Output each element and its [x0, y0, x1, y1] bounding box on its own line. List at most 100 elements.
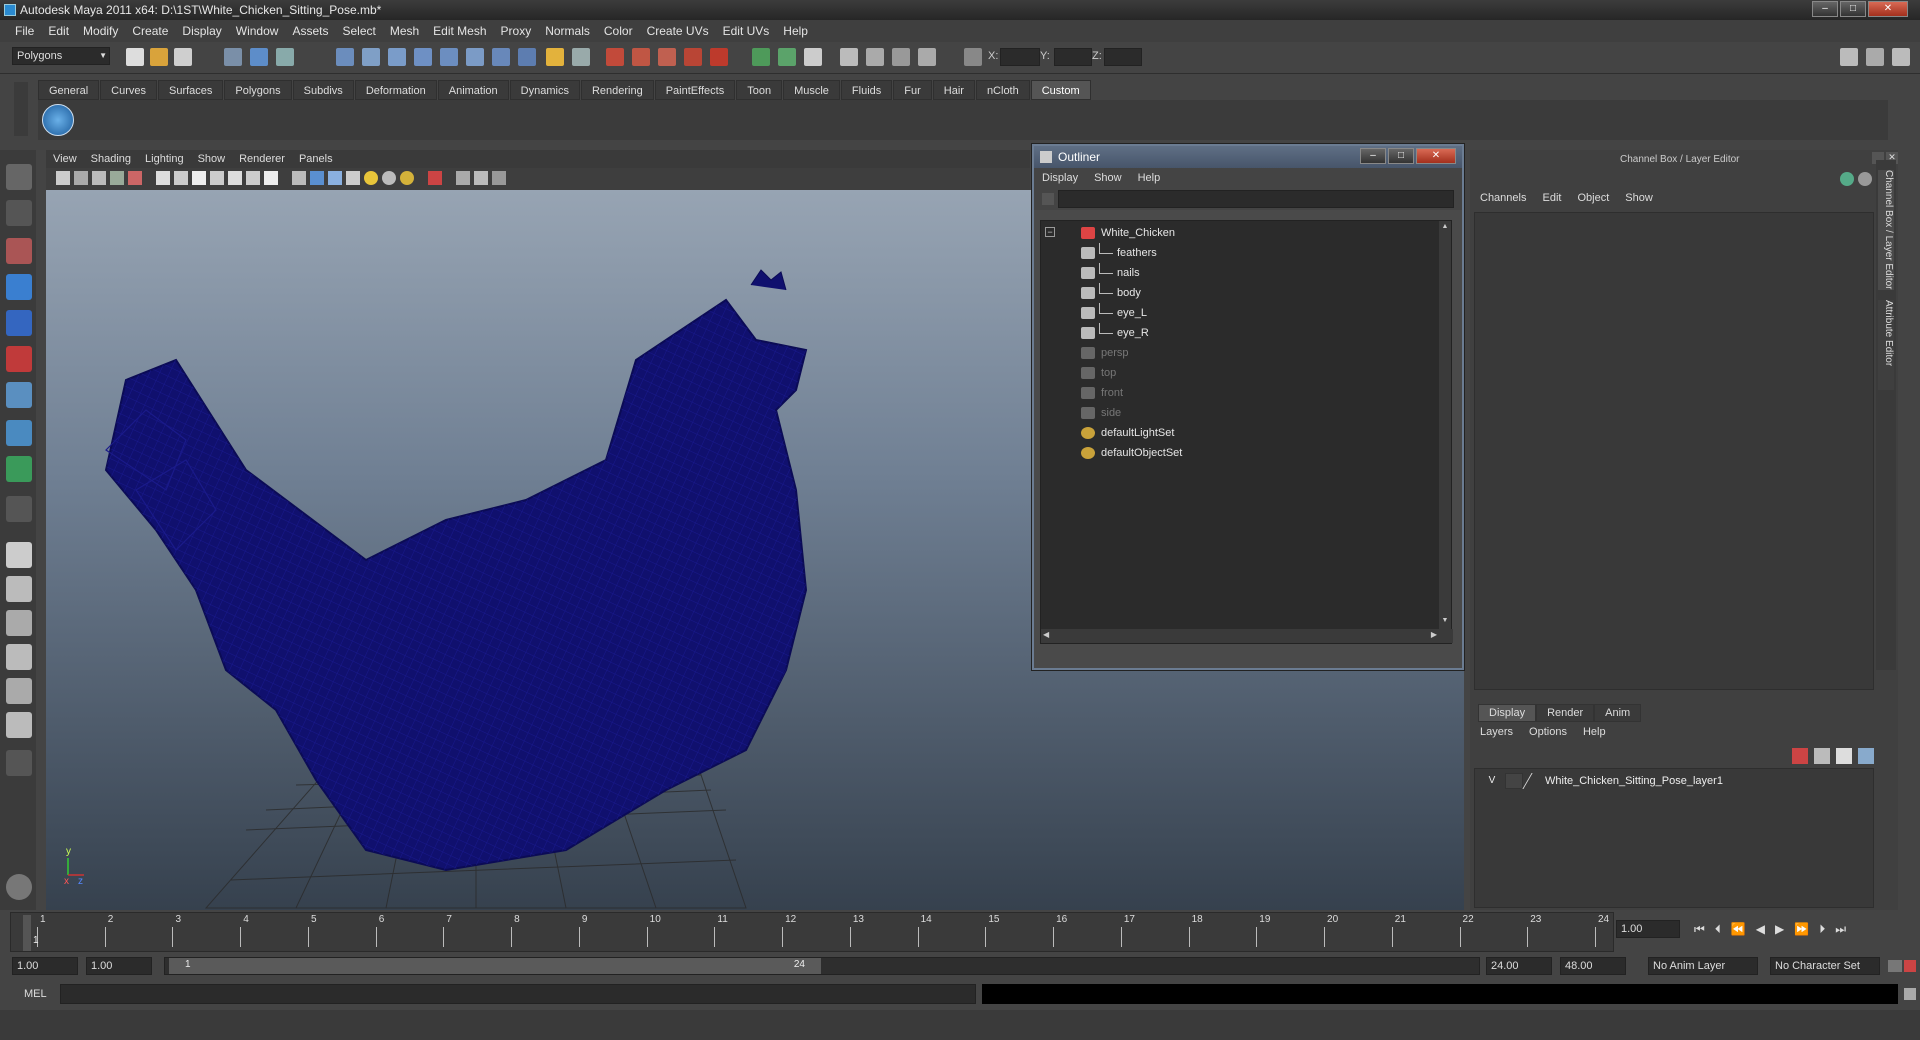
filter-icon[interactable]: [1042, 193, 1054, 205]
field-chart-icon[interactable]: [228, 171, 242, 185]
outliner-horizontal-scrollbar[interactable]: ◀ ▶: [1041, 629, 1453, 643]
tab-ncloth[interactable]: nCloth: [975, 80, 1030, 100]
outliner-item[interactable]: persp: [1041, 343, 1431, 363]
play-backward-icon[interactable]: ◀: [1756, 922, 1765, 937]
soft-mod-icon[interactable]: [6, 420, 32, 446]
character-set-selector[interactable]: No Character Set: [1770, 957, 1880, 975]
layer-color-swatch[interactable]: [1522, 773, 1544, 789]
range-slider-handle[interactable]: 1 24: [169, 958, 821, 974]
outliner-close-button[interactable]: ✕: [1416, 148, 1456, 164]
side-tab-channel-box[interactable]: Channel Box / Layer Editor: [1878, 170, 1894, 290]
tab-fluids[interactable]: Fluids: [840, 80, 893, 100]
outliner-item[interactable]: body: [1041, 283, 1431, 303]
current-frame-marker[interactable]: [23, 915, 31, 951]
default-lighting-icon[interactable]: [364, 171, 378, 185]
outliner-item[interactable]: top: [1041, 363, 1431, 383]
isolate-select-icon[interactable]: [428, 171, 442, 185]
anim-prefs-icon[interactable]: [1904, 960, 1916, 972]
tab-muscle[interactable]: Muscle: [783, 80, 840, 100]
safe-title-icon[interactable]: [264, 171, 278, 185]
two-d-pan-icon[interactable]: [128, 171, 142, 185]
quick-layout-icon[interactable]: [6, 874, 32, 900]
select-hierarchy-icon[interactable]: [224, 48, 242, 66]
camera-attributes-icon[interactable]: [74, 171, 88, 185]
open-scene-icon[interactable]: [150, 48, 168, 66]
auto-key-icon[interactable]: [1888, 960, 1902, 972]
channel-menu-channels[interactable]: Channels: [1472, 192, 1534, 204]
menu-help[interactable]: Help: [776, 24, 815, 38]
menu-modify[interactable]: Modify: [76, 24, 125, 38]
outliner-menu-help[interactable]: Help: [1130, 172, 1169, 184]
history-icon[interactable]: [466, 48, 484, 66]
layer-tab-anim[interactable]: Anim: [1594, 704, 1642, 722]
outliner-item[interactable]: defaultLightSet: [1041, 423, 1431, 443]
menu-edit-uvs[interactable]: Edit UVs: [716, 24, 777, 38]
menu-edit-mesh[interactable]: Edit Mesh: [426, 24, 493, 38]
playback-end-field[interactable]: 24.00: [1486, 957, 1552, 975]
layer-tab-display[interactable]: Display: [1478, 704, 1537, 722]
scroll-right-arrow-icon[interactable]: ▶: [1431, 630, 1437, 639]
outliner-item[interactable]: White_Chicken: [1041, 223, 1431, 243]
gate-mask-icon[interactable]: [210, 171, 224, 185]
show-hide-panel-icon[interactable]: [804, 48, 822, 66]
checkmark-shelf-icon[interactable]: [42, 104, 74, 136]
menu-proxy[interactable]: Proxy: [494, 24, 539, 38]
close-button[interactable]: ✕: [1868, 1, 1908, 17]
lock-icon[interactable]: [546, 48, 564, 66]
anim-start-field[interactable]: 1.00: [12, 957, 78, 975]
layer-playback-toggle[interactable]: [1505, 773, 1523, 789]
range-slider[interactable]: 1 24: [164, 957, 1480, 975]
save-scene-icon[interactable]: [174, 48, 192, 66]
menu-file[interactable]: File: [8, 24, 41, 38]
viewport-menu-lighting[interactable]: Lighting: [138, 153, 191, 165]
tab-general[interactable]: General: [38, 80, 100, 100]
render-view-icon[interactable]: [710, 48, 728, 66]
tab-fur[interactable]: Fur: [893, 80, 932, 100]
persp-hypershade-layout-icon[interactable]: [6, 712, 32, 738]
new-layer-selected-icon[interactable]: [1814, 748, 1830, 764]
outliner-search-input[interactable]: [1058, 190, 1454, 208]
rotate-tool-icon[interactable]: [6, 310, 32, 336]
layer-visibility-toggle[interactable]: V: [1483, 773, 1501, 789]
layout-options-icon[interactable]: [6, 750, 32, 776]
hud-icon[interactable]: [492, 171, 506, 185]
snap-grid-icon[interactable]: [336, 48, 354, 66]
step-forward-key-icon[interactable]: ⏵: [1819, 922, 1825, 937]
outliner-maximize-button[interactable]: □: [1388, 148, 1414, 164]
grid-toggle-icon[interactable]: [156, 171, 170, 185]
move-tool-icon[interactable]: [6, 274, 32, 300]
step-back-key-icon[interactable]: ⏴: [1715, 922, 1721, 937]
menu-edit[interactable]: Edit: [41, 24, 76, 38]
y-field[interactable]: [1054, 48, 1092, 66]
xray-joints-icon[interactable]: [474, 171, 488, 185]
absolute-transform-icon[interactable]: [964, 48, 982, 66]
channel-box-toggle-icon[interactable]: [1892, 48, 1910, 66]
lasso-tool-icon[interactable]: [6, 200, 32, 226]
speed-icon[interactable]: [1858, 172, 1872, 186]
go-to-start-icon[interactable]: ⏮: [1694, 922, 1705, 937]
snap-curve-icon[interactable]: [362, 48, 380, 66]
play-forward-icon[interactable]: ▶: [1775, 922, 1784, 937]
x-field[interactable]: [1000, 48, 1040, 66]
scroll-up-arrow-icon[interactable]: ▲: [1440, 223, 1450, 233]
shadows-icon[interactable]: [400, 171, 414, 185]
step-forward-frame-icon[interactable]: ⏩: [1794, 922, 1809, 937]
time-slider[interactable]: 1 2 3 4 5 6 7 8 9 10 11 12 13 14 15 16 17 18 19 20 21 22 23 24 …: [10, 912, 1614, 952]
shelf-menu-handle[interactable]: [14, 82, 28, 136]
layer-menu-options[interactable]: Options: [1521, 726, 1575, 738]
outliner-item[interactable]: eye_R: [1041, 323, 1431, 343]
viewport-menu-show[interactable]: Show: [191, 153, 233, 165]
menu-window[interactable]: Window: [229, 24, 286, 38]
smooth-shade-icon[interactable]: [310, 171, 324, 185]
help-icon[interactable]: [518, 48, 536, 66]
tab-polygons[interactable]: Polygons: [224, 80, 292, 100]
textured-icon[interactable]: [346, 171, 360, 185]
snap-view-plane-icon[interactable]: [414, 48, 432, 66]
render-current-icon[interactable]: [606, 48, 624, 66]
channel-menu-object[interactable]: Object: [1569, 192, 1617, 204]
scroll-left-arrow-icon[interactable]: ◀: [1043, 630, 1049, 639]
menu-create[interactable]: Create: [125, 24, 175, 38]
scale-tool-icon[interactable]: [6, 346, 32, 372]
tab-subdivs[interactable]: Subdivs: [292, 80, 354, 100]
menu-normals[interactable]: Normals: [538, 24, 597, 38]
